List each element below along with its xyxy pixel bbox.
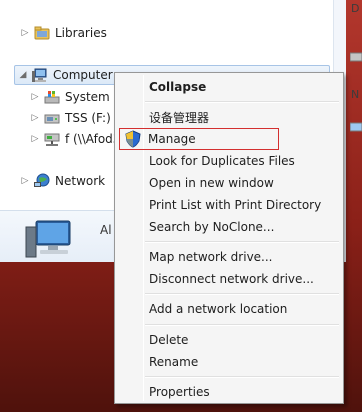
menu-separator — [145, 293, 339, 295]
menu-separator — [145, 376, 339, 378]
tree-item-label: f (\\Afod3 — [65, 132, 121, 146]
menu-item-label: Add a network location — [149, 302, 288, 316]
network-icon — [34, 173, 50, 189]
tree-item-tss-drive[interactable]: ▷ TSS (F:) — [30, 108, 111, 128]
content-pane-letter: N — [351, 88, 360, 101]
menu-item-open-new-window[interactable]: Open in new window — [117, 172, 341, 194]
content-pane-letter: D — [351, 2, 360, 15]
menu-item-manage[interactable]: Manage — [119, 128, 279, 150]
menu-item-label: Rename — [149, 355, 199, 369]
menu-item-properties[interactable]: Properties — [117, 381, 341, 403]
tree-item-libraries[interactable]: ▷ Libraries — [20, 23, 107, 43]
menu-item-label: 设备管理器 — [149, 110, 210, 125]
menu-item-collapse[interactable]: Collapse — [117, 76, 341, 98]
hard-drive-icon — [44, 110, 60, 126]
menu-separator — [145, 101, 339, 103]
menu-item-label: Manage — [148, 132, 196, 146]
menu-item-label: Collapse — [149, 80, 207, 94]
menu-item-label: Open in new window — [149, 176, 274, 190]
menu-separator — [145, 324, 339, 326]
expand-arrow-icon[interactable]: ▷ — [30, 113, 40, 123]
context-menu: Collapse 设备管理器 Manage Look for Duplicate… — [114, 72, 344, 404]
menu-item-look-for-duplicates[interactable]: Look for Duplicates Files — [117, 150, 341, 172]
menu-item-label: Print List with Print Directory — [149, 198, 322, 212]
tree-item-network[interactable]: ▷ Network — [20, 171, 105, 191]
menu-item-label: Map network drive... — [149, 250, 273, 264]
menu-item-label: Look for Duplicates Files — [149, 154, 295, 168]
collapse-arrow-icon[interactable]: ◢ — [18, 70, 28, 80]
uac-shield-icon — [124, 130, 142, 148]
computer-icon — [32, 67, 48, 83]
expand-arrow-icon[interactable]: ▷ — [30, 92, 40, 102]
menu-item-print-list[interactable]: Print List with Print Directory — [117, 194, 341, 216]
menu-item-add-network-location[interactable]: Add a network location — [117, 298, 341, 320]
libraries-folder-icon — [34, 25, 50, 41]
tree-item-label: TSS (F:) — [65, 111, 111, 125]
network-drive-icon — [44, 131, 60, 147]
menu-item-device-manager[interactable]: 设备管理器 — [117, 106, 341, 128]
menu-separator — [145, 241, 339, 243]
drive-icon — [349, 120, 362, 134]
menu-item-disconnect-network-drive[interactable]: Disconnect network drive... — [117, 268, 341, 290]
tree-item-label: Network — [55, 174, 106, 188]
expand-arrow-icon[interactable]: ▷ — [30, 134, 40, 144]
computer-large-icon — [24, 219, 72, 259]
windows-drive-icon — [44, 89, 60, 105]
menu-item-label: Delete — [149, 333, 189, 347]
drive-icon — [349, 50, 362, 64]
expand-arrow-icon[interactable]: ▷ — [20, 28, 30, 38]
tree-item-label: Computer — [53, 68, 113, 82]
menu-item-rename[interactable]: Rename — [117, 351, 341, 373]
menu-item-label: Search by NoClone... — [149, 220, 275, 234]
menu-item-label: Properties — [149, 385, 210, 399]
menu-item-label: Disconnect network drive... — [149, 272, 314, 286]
menu-item-map-network-drive[interactable]: Map network drive... — [117, 246, 341, 268]
expand-arrow-icon[interactable]: ▷ — [20, 176, 30, 186]
menu-item-delete[interactable]: Delete — [117, 329, 341, 351]
tree-item-label: Libraries — [55, 26, 107, 40]
menu-item-search-noclone[interactable]: Search by NoClone... — [117, 216, 341, 238]
details-partial-text: Al — [100, 223, 112, 237]
tree-item-system-drive[interactable]: ▷ System (C — [30, 87, 127, 107]
tree-item-network-drive[interactable]: ▷ f (\\Afod3 — [30, 129, 120, 149]
